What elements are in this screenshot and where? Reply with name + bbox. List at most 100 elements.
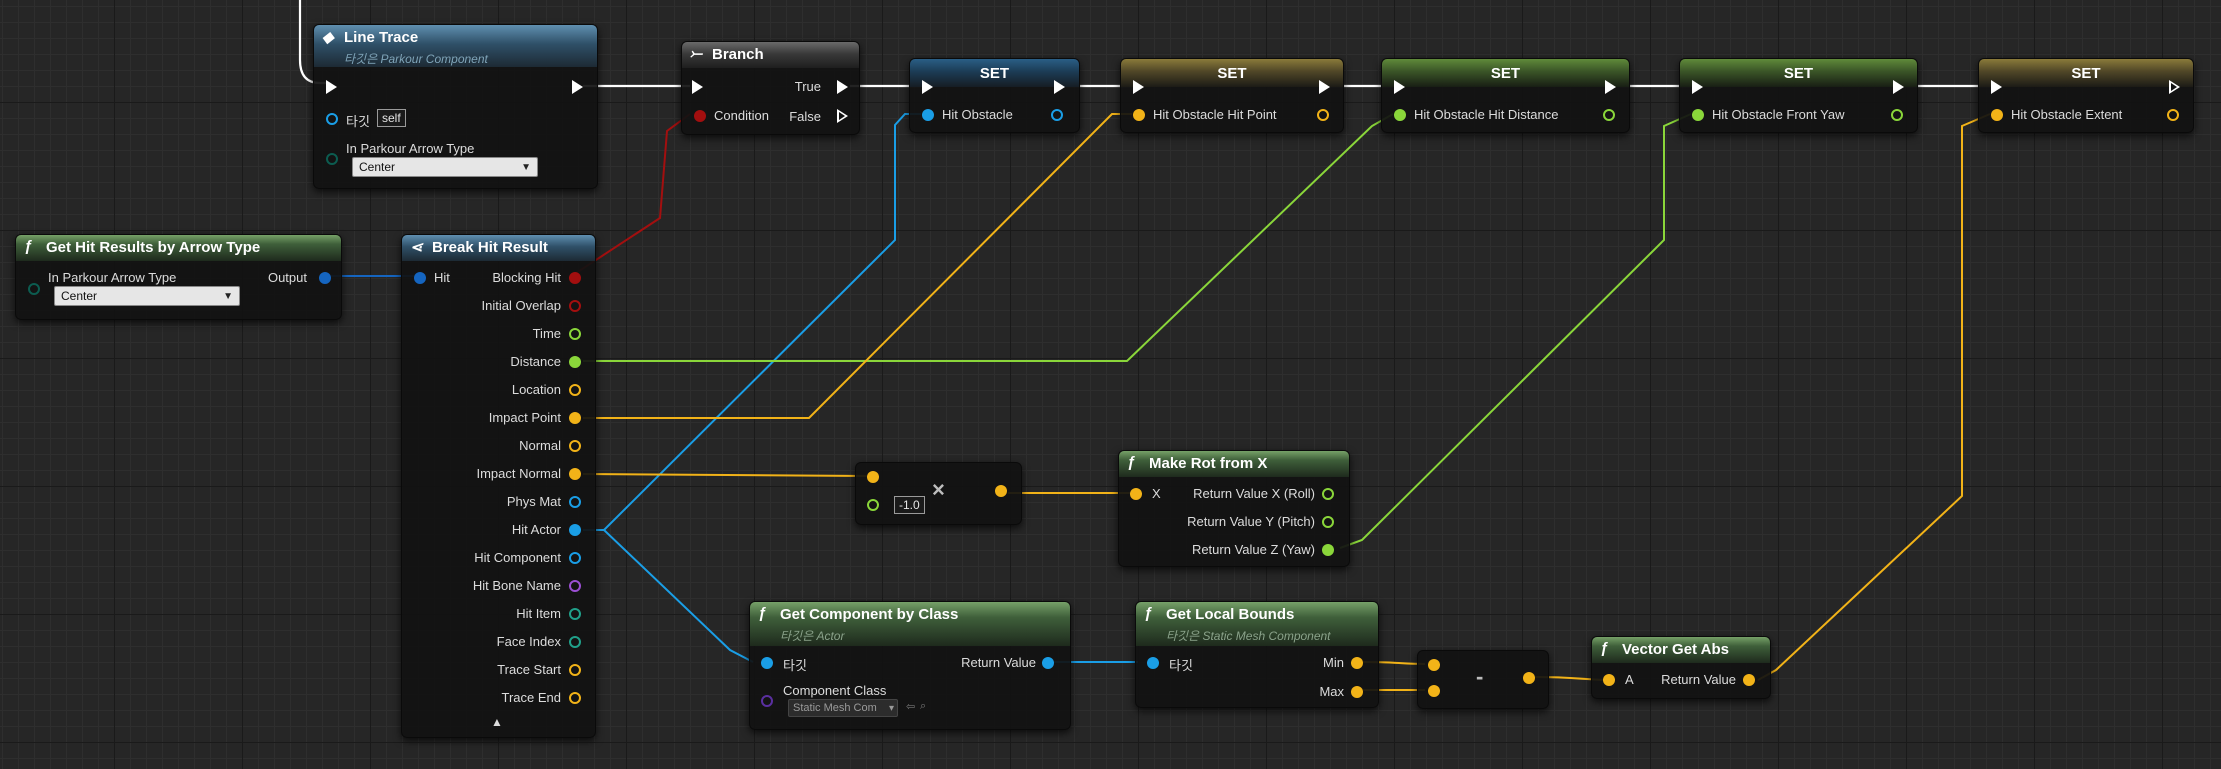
initial-overlap-pin[interactable] <box>569 300 581 312</box>
variable-label: Hit Obstacle Extent <box>2011 107 2123 122</box>
time-pin[interactable] <box>569 328 581 340</box>
value-out-pin[interactable] <box>1051 109 1063 121</box>
face-index-pin[interactable] <box>569 636 581 648</box>
return-pin[interactable] <box>1042 657 1054 669</box>
roll-pin[interactable] <box>1322 488 1334 500</box>
node-title: Vector Get Abs <box>1622 641 1729 658</box>
arrow-type-label: In Parkour Arrow Type <box>48 270 177 285</box>
a-in-pin[interactable] <box>1603 674 1615 686</box>
value-out-pin[interactable] <box>1603 109 1615 121</box>
get-component-by-class-node[interactable]: ƒ Get Component by Class 타깃은 Actor 타깃 Re… <box>749 601 1071 730</box>
exec-out-pin[interactable] <box>1605 80 1616 94</box>
variable-label: Hit Obstacle Front Yaw <box>1712 107 1845 122</box>
exec-in-pin[interactable] <box>326 80 337 94</box>
distance-pin[interactable] <box>569 356 581 368</box>
exec-out-pin[interactable] <box>2169 80 2180 94</box>
value-in-pin[interactable] <box>1133 109 1145 121</box>
hit-in-pin[interactable] <box>414 272 426 284</box>
trace-start-pin[interactable] <box>569 664 581 676</box>
x-in-pin[interactable] <box>1130 488 1142 500</box>
arrow-type-pin[interactable] <box>326 153 338 165</box>
vector-get-abs-node[interactable]: ƒ Vector Get Abs A Return Value <box>1591 636 1771 699</box>
normal-pin[interactable] <box>569 440 581 452</box>
target-pin[interactable] <box>1147 657 1159 669</box>
component-class-dropdown[interactable]: Static Mesh Com ▾ <box>788 699 898 717</box>
branch-node[interactable]: ⤚ Branch True Condition False <box>681 41 860 135</box>
return-pin[interactable] <box>1743 674 1755 686</box>
input-b-pin[interactable] <box>867 499 879 511</box>
component-class-pin[interactable] <box>761 695 773 707</box>
target-pin[interactable] <box>761 657 773 669</box>
vector-wire-impact-point <box>583 113 1132 419</box>
multiplier-value-box[interactable]: -1.0 <box>894 496 925 514</box>
value-out-pin[interactable] <box>2167 109 2179 121</box>
line-trace-node[interactable]: ◆ Line Trace 타깃은 Parkour Component 타깃 se… <box>313 24 598 189</box>
exec-in-pin[interactable] <box>1133 80 1144 94</box>
function-icon: ƒ <box>1600 640 1609 657</box>
value-in-pin[interactable] <box>922 109 934 121</box>
location-pin[interactable] <box>569 384 581 396</box>
object-wire-hit-actor-getcomp <box>583 529 754 663</box>
exec-false-pin[interactable] <box>837 109 848 123</box>
yaw-pin[interactable] <box>1322 544 1334 556</box>
output-label: Hit Actor <box>511 522 561 537</box>
arrow-type-dropdown[interactable]: Center ▼ <box>352 157 538 177</box>
phys-mat-pin[interactable] <box>569 496 581 508</box>
browse-icon[interactable]: ⌕ <box>920 700 926 713</box>
hit-bone-name-pin[interactable] <box>569 580 581 592</box>
get-hit-results-node[interactable]: ƒ Get Hit Results by Arrow Type In Parko… <box>15 234 342 320</box>
arrow-type-dropdown[interactable]: Center ▼ <box>54 286 240 306</box>
condition-pin[interactable] <box>694 110 706 122</box>
value-in-pin[interactable] <box>1394 109 1406 121</box>
use-selected-icon[interactable]: ⇦ <box>906 700 915 713</box>
condition-label: Condition <box>714 108 769 123</box>
function-diamond-icon: ◆ <box>322 29 334 46</box>
multiply-node[interactable]: -1.0 × <box>855 462 1022 525</box>
set-hit-point-node[interactable]: SET Hit Obstacle Hit Point <box>1120 58 1344 133</box>
input-b-pin[interactable] <box>1428 685 1440 697</box>
set-extent-node[interactable]: SET Hit Obstacle Extent <box>1978 58 2194 133</box>
max-pin[interactable] <box>1351 686 1363 698</box>
pitch-label: Return Value Y (Pitch) <box>1187 514 1315 529</box>
exec-in-pin[interactable] <box>922 80 933 94</box>
set-hit-obstacle-node[interactable]: SET Hit Obstacle <box>909 58 1080 133</box>
set-hit-distance-node[interactable]: SET Hit Obstacle Hit Distance <box>1381 58 1630 133</box>
exec-out-pin[interactable] <box>1893 80 1904 94</box>
exec-in-pin[interactable] <box>1394 80 1405 94</box>
input-a-pin[interactable] <box>1428 659 1440 671</box>
target-self-box[interactable]: self <box>377 109 406 127</box>
arrow-type-pin[interactable] <box>28 283 40 295</box>
impact-point-pin[interactable] <box>569 412 581 424</box>
exec-out-pin[interactable] <box>1054 80 1065 94</box>
subtract-icon: - <box>1476 664 1484 689</box>
trace-end-pin[interactable] <box>569 692 581 704</box>
exec-true-pin[interactable] <box>837 80 848 94</box>
output-pin[interactable] <box>1523 672 1535 684</box>
break-hit-result-node[interactable]: ⋖ Break Hit Result Hit Blocking Hit Init… <box>401 234 596 738</box>
value-out-pin[interactable] <box>1317 109 1329 121</box>
exec-in-pin[interactable] <box>692 80 703 94</box>
pitch-pin[interactable] <box>1322 516 1334 528</box>
get-local-bounds-node[interactable]: ƒ Get Local Bounds 타깃은 Static Mesh Compo… <box>1135 601 1379 708</box>
value-in-pin[interactable] <box>1991 109 2003 121</box>
value-out-pin[interactable] <box>1891 109 1903 121</box>
exec-out-pin[interactable] <box>572 80 583 94</box>
collapse-arrow-icon[interactable]: ▲ <box>491 715 503 729</box>
exec-in-pin[interactable] <box>1991 80 2002 94</box>
min-pin[interactable] <box>1351 657 1363 669</box>
output-pin[interactable] <box>995 485 1007 497</box>
value-in-pin[interactable] <box>1692 109 1704 121</box>
subtract-node[interactable]: - <box>1417 650 1549 709</box>
target-pin[interactable] <box>326 113 338 125</box>
blocking-hit-pin[interactable] <box>569 272 581 284</box>
hit-item-pin[interactable] <box>569 608 581 620</box>
exec-out-pin[interactable] <box>1319 80 1330 94</box>
impact-normal-pin[interactable] <box>569 468 581 480</box>
input-a-pin[interactable] <box>867 471 879 483</box>
hit-component-pin[interactable] <box>569 552 581 564</box>
make-rot-from-x-node[interactable]: ƒ Make Rot from X X Return Value X (Roll… <box>1118 450 1350 567</box>
set-front-yaw-node[interactable]: SET Hit Obstacle Front Yaw <box>1679 58 1918 133</box>
output-pin[interactable] <box>319 272 331 284</box>
exec-in-pin[interactable] <box>1692 80 1703 94</box>
hit-actor-pin[interactable] <box>569 524 581 536</box>
